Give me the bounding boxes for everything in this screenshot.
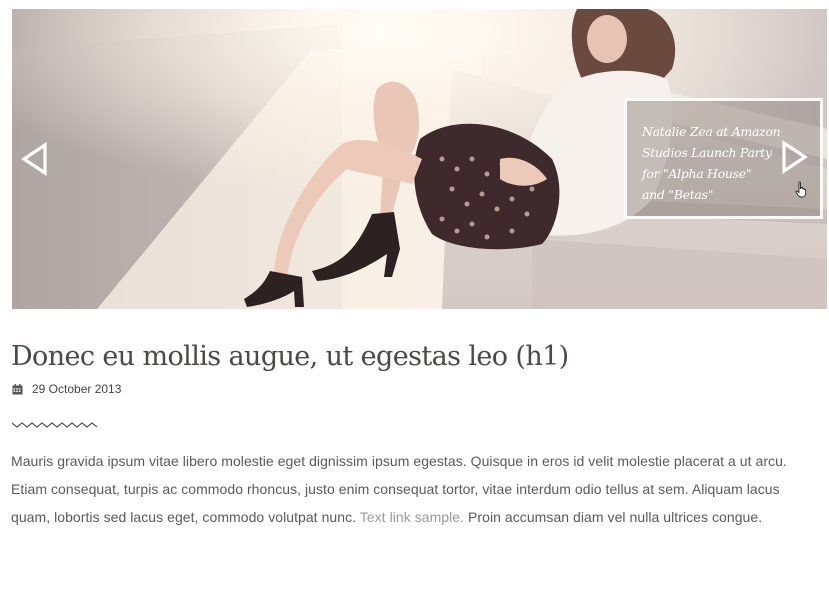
zigzag-divider-icon [12,422,97,428]
post-title: Donec eu mollis augue, ut egestas leo (h… [11,341,569,372]
text-link-sample[interactable]: Text link sample. [360,509,464,525]
page: Natalie Zea at Amazon Studios Launch Par… [0,0,829,590]
slider-prev-button[interactable] [20,141,50,177]
image-slider[interactable]: Natalie Zea at Amazon Studios Launch Par… [12,9,827,309]
triangle-right-outline-icon [782,140,808,174]
slide-caption-text: Natalie Zea at Amazon Studios Launch Par… [642,124,781,202]
triangle-left-outline-icon [21,142,47,176]
slider-next-button[interactable] [779,139,809,175]
post-meta: 29 October 2013 [12,380,121,398]
post-body-text-2: Proin accumsan diam vel nulla ultrices c… [464,509,763,525]
post-body: Mauris gravida ipsum vitae libero molest… [11,447,819,531]
hand-pointer-cursor-icon [795,181,807,198]
calendar-icon [12,383,23,394]
post-date: 29 October 2013 [32,382,122,396]
